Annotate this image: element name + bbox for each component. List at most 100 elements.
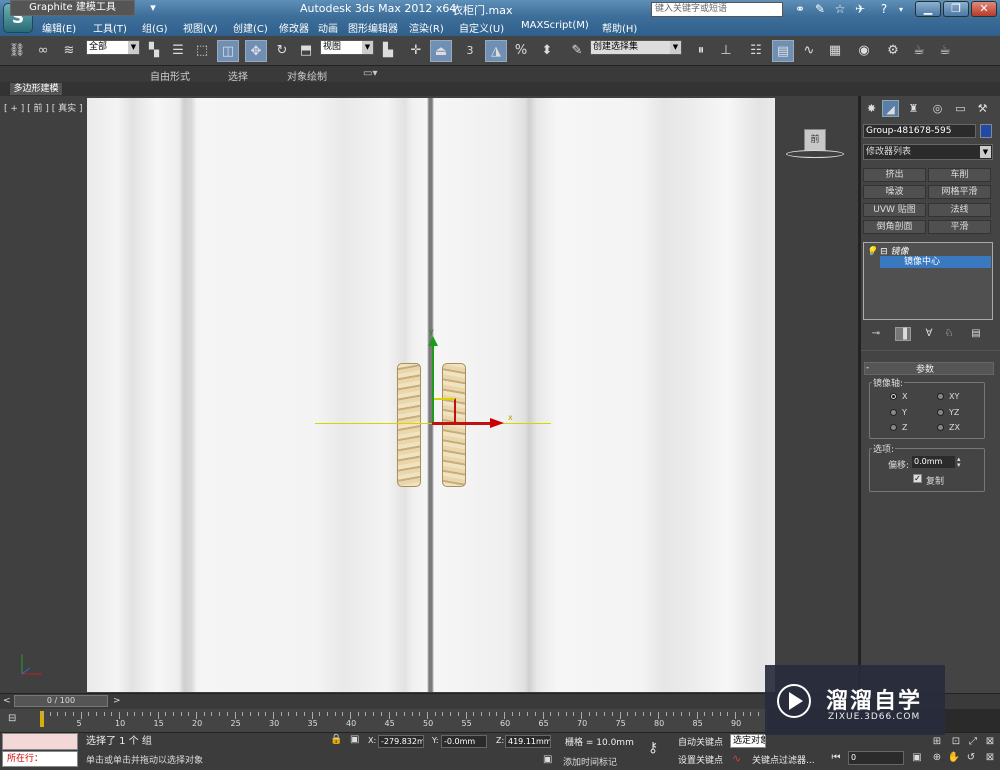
menu-animation[interactable]: 动画 — [318, 20, 338, 35]
link-icon[interactable]: ⛓ — [6, 40, 28, 62]
maximize-viewport-icon[interactable]: ⊠ — [983, 751, 997, 765]
zoom-icon[interactable]: ⊕ — [930, 751, 944, 765]
x-coordinate-field[interactable]: -279.832m — [378, 735, 424, 748]
select-manipulate-icon[interactable]: ✛ — [405, 40, 427, 62]
keyboard-shortcut-override-icon[interactable]: ⏏ — [430, 40, 452, 62]
window-crossing-icon[interactable]: ◫ — [217, 40, 239, 62]
bevel-profile-button[interactable]: 倒角剖面 — [863, 220, 926, 234]
modify-panel-icon[interactable]: ◢ — [882, 100, 899, 117]
pan-icon[interactable]: ✋ — [947, 751, 961, 765]
align-icon[interactable]: ⊥ — [715, 40, 737, 62]
menu-modifiers[interactable]: 修改器 — [279, 20, 309, 35]
help-icon[interactable]: ? — [876, 2, 892, 17]
zoom-region-icon[interactable]: ⤢ — [966, 735, 980, 749]
menu-tools[interactable]: 工具(T) — [93, 20, 127, 35]
rendered-frame-window-icon[interactable]: ☕ — [908, 40, 930, 62]
exchange-icon[interactable]: ✈ — [852, 2, 868, 17]
ribbon-toggle-icon[interactable]: ▤ — [772, 40, 794, 62]
stack-item-mirror-center[interactable]: 镜像中心 — [880, 256, 991, 268]
edit-named-selection-icon[interactable]: ✎ — [566, 40, 588, 62]
offset-field[interactable]: 0.0mm — [912, 456, 955, 468]
schematic-view-icon[interactable]: ▦ — [824, 40, 846, 62]
maxscript-line[interactable]: 所在行： — [2, 751, 78, 767]
field-of-view-icon[interactable]: ⊠ — [983, 735, 997, 749]
ribbon-options-icon[interactable]: ▭▾ — [363, 68, 377, 79]
menu-group[interactable]: 组(G) — [142, 20, 168, 35]
tab-polygon-modeling[interactable]: 多边形建模 — [10, 83, 62, 95]
quick-access-dropdown-icon[interactable]: ▾ — [146, 2, 160, 14]
utilities-panel-icon[interactable]: ⚒ — [974, 100, 991, 117]
menu-create[interactable]: 创建(C) — [233, 20, 268, 35]
goto-start-icon[interactable]: ⏮ — [829, 751, 843, 765]
menu-maxscript[interactable]: MAXScript(M) — [521, 20, 589, 31]
close-button[interactable]: ✕ — [971, 1, 997, 17]
menu-help[interactable]: 帮助(H) — [602, 20, 637, 35]
carved-ornament-right[interactable] — [442, 363, 466, 487]
spinner-snap-icon[interactable]: ⬍ — [536, 40, 558, 62]
render-setup-icon[interactable]: ⚙ — [882, 40, 904, 62]
set-key-button[interactable]: 设置关键点 — [678, 753, 723, 766]
render-production-icon[interactable]: ☕ — [934, 40, 956, 62]
selection-lock-icon[interactable]: 🔒 — [330, 734, 342, 745]
meshsmooth-button[interactable]: 网格平滑 — [928, 185, 991, 199]
tab-selection[interactable]: 选择 — [228, 68, 248, 83]
star-icon[interactable]: ☆ — [832, 2, 848, 17]
selection-filter-dropdown[interactable]: 全部 ▼ — [86, 40, 140, 55]
offset-spinner-icon[interactable]: ▴ ▾ — [957, 456, 965, 469]
mini-curve-editor-icon[interactable]: ⊟ — [8, 713, 16, 724]
menu-customize[interactable]: 自定义(U) — [459, 20, 504, 35]
menu-rendering[interactable]: 渲染(R) — [409, 20, 444, 35]
make-unique-icon[interactable]: ∀ — [921, 327, 937, 341]
slider-prev-icon[interactable]: < — [3, 696, 11, 706]
z-coordinate-field[interactable]: 419.11mm — [505, 735, 551, 748]
select-rotate-icon[interactable]: ↻ — [271, 40, 293, 62]
bind-space-warp-icon[interactable]: ≋ — [58, 40, 80, 62]
orbit-icon[interactable]: ↺ — [964, 751, 978, 765]
curve-editor-icon[interactable]: ∿ — [798, 40, 820, 62]
create-panel-icon[interactable]: ✸ — [863, 100, 880, 117]
time-slider[interactable]: 0 / 100 — [14, 695, 108, 707]
axis-x-radio[interactable] — [890, 393, 897, 400]
axis-yz-radio[interactable] — [937, 409, 944, 416]
angle-snap-icon[interactable]: ◮ — [485, 40, 507, 62]
axis-z-radio[interactable] — [890, 424, 897, 431]
current-frame-field[interactable]: 0 — [848, 751, 904, 765]
select-by-name-icon[interactable]: ☰ — [167, 40, 189, 62]
snaps-toggle-icon[interactable]: 3 — [459, 40, 481, 62]
gizmo-plane-handle[interactable] — [434, 398, 456, 423]
noise-button[interactable]: 噪波 — [863, 185, 926, 199]
select-move-icon[interactable]: ✥ — [245, 40, 267, 62]
percent-snap-icon[interactable]: % — [510, 40, 532, 62]
search-input[interactable]: 键入关键字或短语 — [651, 2, 783, 17]
tab-freeform[interactable]: 自由形式 — [150, 68, 190, 83]
lathe-button[interactable]: 车削 — [928, 168, 991, 182]
uvw-map-button[interactable]: UVW 贴图 — [863, 203, 926, 217]
gizmo-y-axis[interactable] — [432, 340, 434, 424]
help-dropdown-icon[interactable]: ▾ — [893, 2, 909, 17]
show-end-result-icon[interactable]: ▐ — [895, 327, 911, 341]
maximize-button[interactable]: ❐ — [943, 1, 969, 17]
tab-graphite-modeling[interactable]: Graphite 建模工具 — [10, 0, 135, 16]
axis-y-radio[interactable] — [890, 409, 897, 416]
normal-button[interactable]: 法线 — [928, 203, 991, 217]
mirror-icon[interactable]: ⏸ — [690, 40, 712, 62]
named-selection-dropdown[interactable]: 创建选择集 ▼ — [590, 40, 682, 55]
pivot-center-icon[interactable]: ▙ — [377, 40, 399, 62]
hierarchy-panel-icon[interactable]: ♜ — [905, 100, 922, 117]
motion-panel-icon[interactable]: ◎ — [929, 100, 946, 117]
object-name-field[interactable]: Group-481678-595 — [863, 124, 976, 138]
reference-coord-dropdown[interactable]: 视图 ▼ — [320, 40, 374, 55]
key-filters-button[interactable]: 关键点过滤器... — [752, 753, 815, 766]
y-coordinate-field[interactable]: -0.0mm — [441, 735, 487, 748]
time-tag-icon[interactable]: ▣ — [543, 754, 552, 765]
tools-icon[interactable]: ✎ — [812, 2, 828, 17]
gizmo-y-arrow-icon[interactable] — [428, 336, 438, 346]
viewport-front[interactable] — [87, 98, 775, 692]
rollout-collapse-icon[interactable]: - — [866, 363, 869, 373]
axis-xy-radio[interactable] — [937, 393, 944, 400]
layer-manager-icon[interactable]: ☷ — [745, 40, 767, 62]
menu-graph-editors[interactable]: 图形编辑器 — [348, 20, 398, 35]
absolute-mode-icon[interactable]: ▣ — [350, 734, 359, 745]
display-panel-icon[interactable]: ▭ — [952, 100, 969, 117]
unlink-icon[interactable]: ∞ — [32, 40, 54, 62]
